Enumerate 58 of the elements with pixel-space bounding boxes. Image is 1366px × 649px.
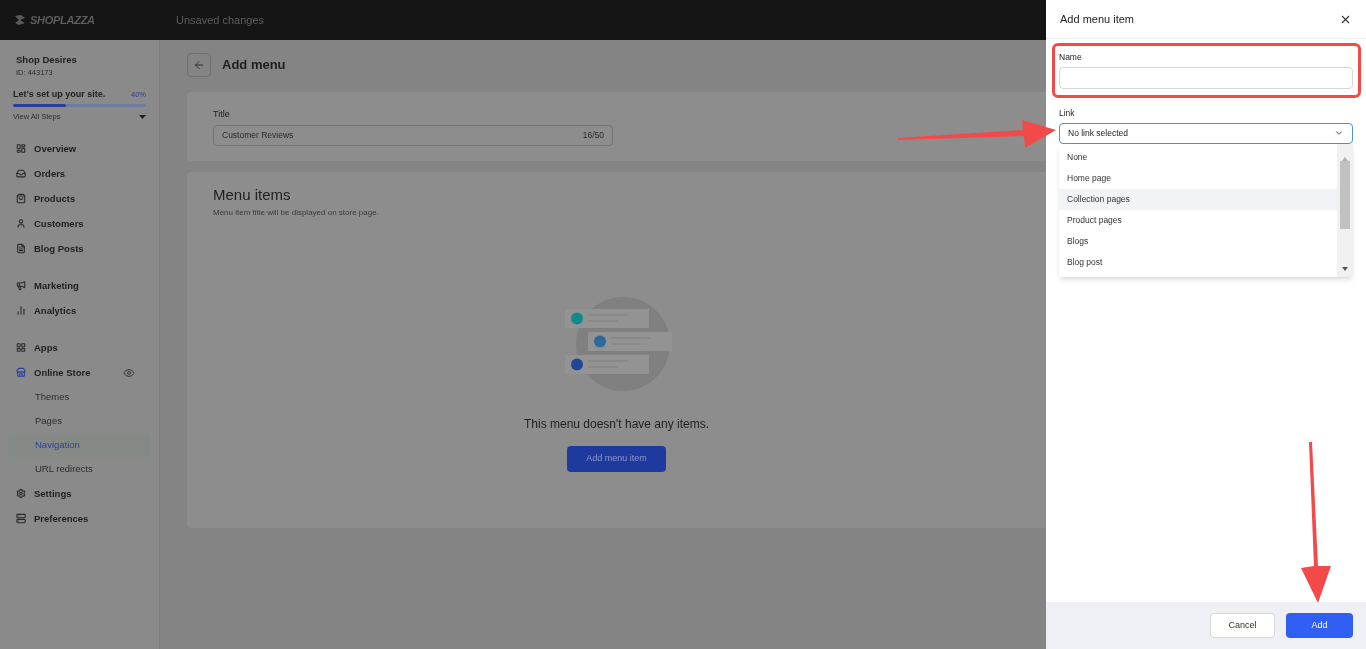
- sidebar-item[interactable]: Products: [8, 186, 151, 212]
- dropdown-option[interactable]: Blog post: [1059, 251, 1337, 273]
- sidebar-subitem[interactable]: Navigation: [8, 433, 151, 458]
- sidebar-item[interactable]: Online Store: [8, 360, 151, 386]
- caret-icon[interactable]: [139, 114, 146, 119]
- sidebar-subitem[interactable]: URL redirects: [8, 457, 151, 482]
- sidebar-subitem[interactable]: Pages: [8, 409, 151, 434]
- storefront-icon: [16, 367, 26, 379]
- bar-chart-icon: [16, 305, 26, 317]
- empty-message: This menu doesn't have any items.: [523, 415, 710, 433]
- brand-logo: SHOPLAZZA: [30, 12, 95, 28]
- settings-icon: [16, 488, 26, 500]
- sidebar-subitem[interactable]: Themes: [8, 385, 151, 410]
- name-field[interactable]: [1059, 66, 1353, 89]
- link-select[interactable]: No link selected: [1059, 122, 1353, 144]
- setup-title: Let’s set up your site.: [13, 87, 106, 101]
- card-heading: Menu items: [213, 185, 291, 205]
- character-counter: 16/50: [582, 128, 604, 142]
- logo-icon: [14, 14, 26, 26]
- back-button[interactable]: [187, 53, 211, 77]
- sidebar-item[interactable]: Blog Posts: [8, 236, 151, 262]
- cancel-button[interactable]: Cancel: [1210, 613, 1275, 638]
- sidebar-item[interactable]: Marketing: [8, 273, 151, 299]
- sidebar-item[interactable]: Apps: [8, 335, 151, 361]
- link-label: Link: [1059, 106, 1076, 120]
- dropdown-option[interactable]: Blogs: [1059, 230, 1337, 252]
- back-arrow-icon: [193, 59, 205, 71]
- scrollbar[interactable]: [1337, 143, 1353, 277]
- sidebar-item[interactable]: Orders: [8, 161, 151, 187]
- sidebar-item[interactable]: Overview: [8, 136, 151, 162]
- save-status: Unsaved changes: [176, 12, 265, 28]
- megaphone-icon: [16, 280, 26, 292]
- eye-icon[interactable]: [123, 366, 135, 379]
- page-title: Add menu: [222, 56, 286, 75]
- grid-icon: [16, 342, 26, 354]
- dropdown-option[interactable]: None: [1059, 146, 1337, 168]
- add-menu-item-button[interactable]: Add menu item: [567, 445, 666, 472]
- chevron-icon: [1334, 128, 1344, 138]
- dashboard-icon: [16, 143, 26, 155]
- add-button[interactable]: Add: [1286, 613, 1353, 638]
- server-icon: [16, 513, 26, 525]
- name-label: Name: [1059, 51, 1083, 64]
- dropdown-option[interactable]: Collection pages: [1059, 188, 1337, 210]
- bag-icon: [16, 193, 26, 205]
- document-icon: [16, 243, 26, 255]
- title-field[interactable]: Customer Reviews 16/50: [213, 124, 613, 146]
- shop-name: Shop Desires: [16, 53, 78, 67]
- dropdown-option[interactable]: Home page: [1059, 167, 1337, 189]
- sidebar-item[interactable]: Preferences: [8, 506, 151, 532]
- sidebar-item[interactable]: Customers: [8, 211, 151, 237]
- dropdown-option[interactable]: Product pages: [1059, 209, 1337, 231]
- card-subtitle: Menu item title will be displayed on store page.: [213, 206, 379, 219]
- drawer-title: Add menu item: [1060, 11, 1134, 27]
- tray-icon: [16, 168, 26, 180]
- person-icon: [16, 218, 26, 230]
- sidebar-item[interactable]: Settings: [8, 481, 151, 507]
- title-label: Title: [213, 108, 230, 121]
- sidebar-item[interactable]: Analytics: [8, 298, 151, 324]
